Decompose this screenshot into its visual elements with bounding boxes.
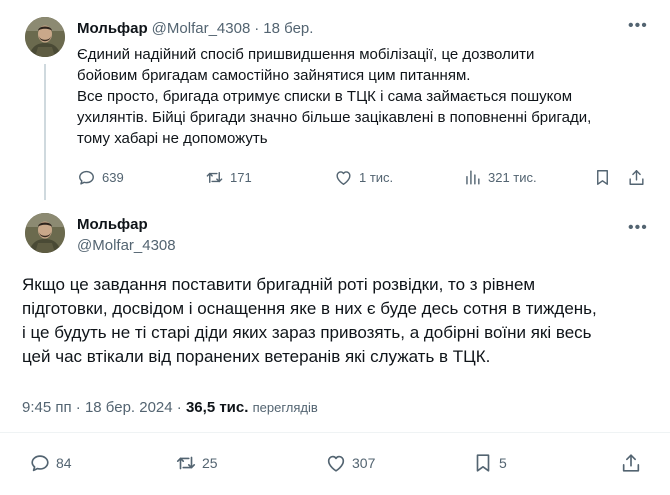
bar-chart-icon [463,168,482,187]
parent-views-button[interactable]: 321 тис. [463,168,537,187]
main-post-text: Якщо це завдання поставити бригадній рот… [22,273,597,369]
thread-connector-line [44,64,46,200]
bookmark-icon [593,168,612,187]
parent-reply-button[interactable]: 639 [77,168,124,187]
reply-icon [77,168,96,187]
main-author-name[interactable]: Мольфар [77,216,148,233]
bookmark-icon [472,452,494,474]
parent-repost-count: 171 [230,170,252,185]
repost-icon [205,168,224,187]
meta-separator: · [75,399,81,416]
parent-share-button[interactable] [627,168,646,187]
main-repost-button[interactable]: 25 [175,452,218,474]
parent-text-line: бойовим бригадам самостійно зайнятися ци… [77,67,471,84]
main-like-button[interactable]: 307 [325,452,375,474]
parent-reply-count: 639 [102,170,124,185]
parent-text-line: тому хабарі не допоможуть [77,130,268,147]
main-bookmark-count: 5 [499,455,507,471]
parent-more-options-icon[interactable]: ••• [628,18,648,34]
repost-icon [175,452,197,474]
main-text-line: цей час втікали від поранених ветеранів … [22,347,491,366]
parent-author-avatar[interactable] [25,17,65,57]
main-text-line: Якщо це завдання поставити бригадній рот… [22,275,536,294]
parent-text-line: ухилянтів. Бійці бригади значно більше з… [77,109,592,126]
parent-post-text: Єдиний надійний спосіб пришвидшення мобі… [77,44,591,149]
main-text-line: підготовки, досвідом і оснащення яке в н… [22,299,597,318]
parent-like-button[interactable]: 1 тис. [334,168,393,187]
post-time[interactable]: 9:45 пп [22,399,72,416]
reply-icon [29,452,51,474]
main-bookmark-button[interactable]: 5 [472,452,507,474]
main-share-button[interactable] [620,452,642,474]
main-author-handle[interactable]: @Molfar_4308 [77,237,176,254]
parent-views-count: 321 тис. [488,170,537,185]
heart-icon [325,452,347,474]
parent-post-date[interactable]: 18 бер. [263,20,313,37]
main-like-count: 307 [352,455,376,471]
parent-post-header: Мольфар @Molfar_4308 · 18 бер. [77,20,313,37]
parent-header-separator: · [254,20,260,37]
metadata-divider [0,432,670,433]
parent-author-handle[interactable]: @Molfar_4308 [152,20,251,37]
parent-like-count: 1 тис. [359,170,394,185]
heart-icon [334,168,353,187]
views-count[interactable]: 36,5 тис. [186,399,248,416]
meta-separator: · [176,399,182,416]
parent-repost-button[interactable]: 171 [205,168,252,187]
main-author-avatar[interactable] [25,213,65,253]
main-reply-count: 84 [56,455,72,471]
post-date[interactable]: 18 бер. 2024 [85,399,173,416]
parent-text-line: Все просто, бригада отримує списки в ТЦК… [77,88,573,105]
main-repost-count: 25 [202,455,218,471]
parent-bookmark-button[interactable] [593,168,612,187]
share-icon [627,168,646,187]
post-metadata: 9:45 пп · 18 бер. 2024 · 36,5 тис. перег… [22,399,318,416]
views-label: переглядів [252,400,318,415]
main-reply-button[interactable]: 84 [29,452,72,474]
main-text-line: і це будуть не ті старі діди яких зараз … [22,323,592,342]
share-icon [620,452,642,474]
parent-author-name[interactable]: Мольфар [77,20,148,37]
parent-text-line: Єдиний надійний спосіб пришвидшення мобі… [77,46,535,63]
main-more-options-icon[interactable]: ••• [628,220,648,236]
